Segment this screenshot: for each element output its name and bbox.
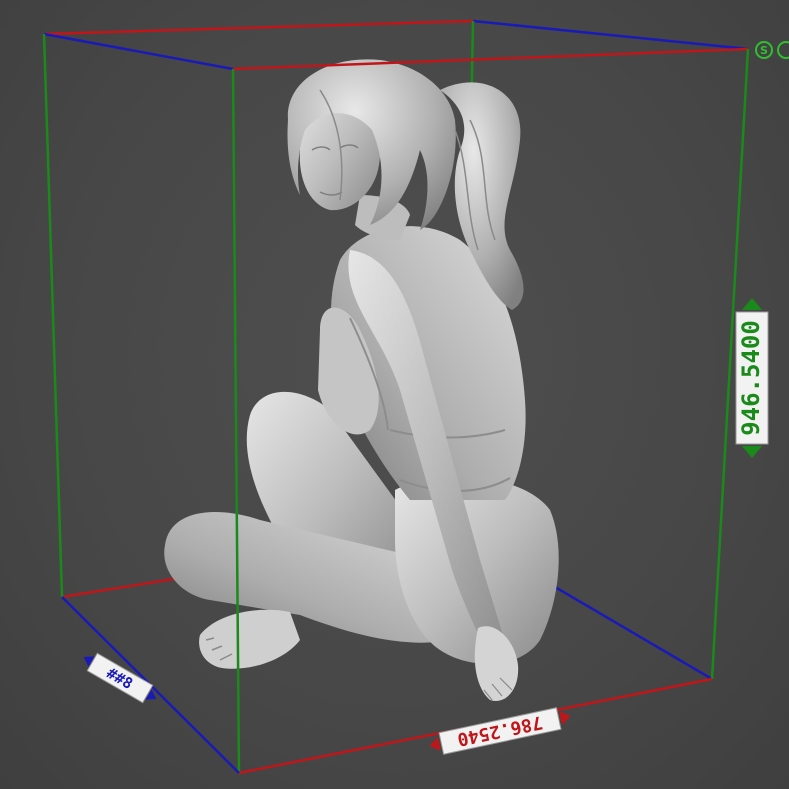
corner-markers[interactable]: S [755,41,789,59]
height-dimension-label: 946.5400 [737,320,765,436]
height-arrow-down-icon [742,446,762,458]
model-foot [199,609,300,669]
box-edge-back-bottom-x [61,576,181,599]
figure-model[interactable] [164,59,559,701]
scene-canvas[interactable]: S 946.5400 786.2540 ##8 [0,0,789,789]
corner-marker-s-label: S [760,44,768,57]
height-dimension[interactable]: 946.5400 [735,298,769,458]
width-arrow-right-icon [559,711,571,725]
height-arrow-up-icon [742,298,762,310]
depth-dimension[interactable]: ##8 [79,648,162,707]
3d-viewport[interactable]: S 946.5400 786.2540 ##8 [0,0,789,789]
box-edge-left-vertical [42,33,64,598]
width-dimension[interactable]: 786.2540 [427,705,572,756]
box-edge-front-top-x [232,47,749,71]
box-edge-back-top-x [43,19,474,36]
width-arrow-left-icon [429,737,441,751]
corner-marker-c-icon [777,41,789,59]
box-edge-back-bottom-y [554,585,713,681]
width-dimension-label: 786.2540 [455,711,544,750]
box-edge-front-top-y [43,32,234,71]
box-edge-back-top-y [472,19,749,51]
